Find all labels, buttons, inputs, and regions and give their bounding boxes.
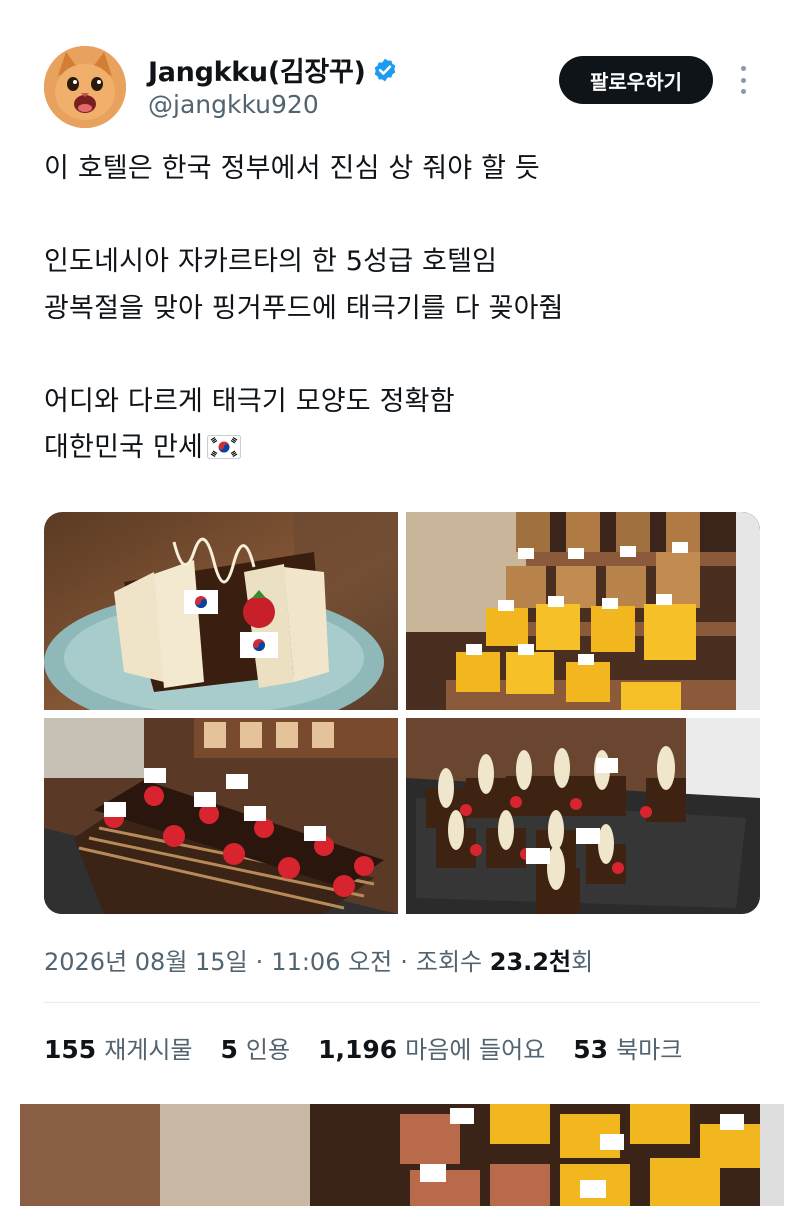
follow-button[interactable]: 팔로우하기 bbox=[559, 56, 713, 104]
mango-pudding-cups-photo-icon bbox=[406, 512, 760, 710]
verified-badge-icon bbox=[374, 58, 395, 81]
chocolate-brownie-tray-photo-icon bbox=[406, 718, 760, 914]
photo-2[interactable] bbox=[406, 512, 760, 710]
bookmarks-stat[interactable]: 53 북마크 bbox=[573, 1030, 682, 1065]
tweet-line: 어디와 다르게 태극기 모양도 정확함 bbox=[44, 385, 455, 417]
meta-separator: · bbox=[255, 948, 264, 976]
photo-grid bbox=[44, 512, 760, 914]
quotes-label: 인용 bbox=[245, 1036, 291, 1064]
more-options-icon[interactable] bbox=[733, 62, 753, 98]
tweet-line: 대한민국 만세 bbox=[44, 432, 204, 463]
orange-cat-avatar-icon bbox=[44, 46, 126, 128]
photo-1[interactable] bbox=[44, 512, 398, 710]
user-handle[interactable]: @jangkku920 bbox=[148, 90, 319, 119]
views-count: 23.2천 bbox=[489, 948, 572, 976]
quotes-stat[interactable]: 5 인용 bbox=[221, 1030, 291, 1065]
additional-photo[interactable] bbox=[20, 1104, 784, 1206]
reposts-label: 재게시물 bbox=[104, 1036, 193, 1064]
chocolate-cake-photo-icon bbox=[44, 512, 398, 710]
tweet-line: 광복절을 맞아 핑거푸드에 태극기를 다 꽂아줨 bbox=[44, 292, 564, 324]
tweet-header: Jangkku(김장꾸) @jangkku920 팔로우하기 bbox=[0, 0, 804, 140]
tweet-text: 이 호텔은 한국 정부에서 진심 상 줘야 할 듯 인도네시아 자카르타의 한 … bbox=[44, 146, 764, 472]
views-label: 조회수 bbox=[415, 948, 483, 976]
likes-stat[interactable]: 1,196 마음에 들어요 bbox=[318, 1030, 545, 1065]
views-suffix: 회 bbox=[571, 948, 594, 976]
tweet-date[interactable]: 2026년 08월 15일 bbox=[44, 942, 248, 977]
display-name[interactable]: Jangkku(김장꾸) bbox=[148, 50, 398, 89]
tweet-time[interactable]: 11:06 오전 bbox=[271, 942, 392, 977]
quotes-count: 5 bbox=[220, 1035, 238, 1064]
display-name-text: Jangkku(김장꾸) bbox=[148, 57, 366, 88]
divider bbox=[44, 1002, 760, 1003]
tweet-line-last: 대한민국 만세 bbox=[44, 425, 764, 472]
bookmarks-label: 북마크 bbox=[616, 1036, 683, 1064]
reposts-count: 155 bbox=[44, 1035, 97, 1064]
opera-cake-slices-photo-icon bbox=[44, 718, 398, 914]
dessert-cups-photo-icon bbox=[20, 1104, 784, 1206]
avatar[interactable] bbox=[44, 46, 126, 128]
tweet-line: 이 호텔은 한국 정부에서 진심 상 줘야 할 듯 bbox=[44, 153, 540, 184]
bookmarks-count: 53 bbox=[573, 1035, 609, 1064]
tweet-line: 인도네시아 자카르타의 한 5성급 호텔임 bbox=[44, 246, 498, 277]
engagement-stats: 155 재게시물 5 인용 1,196 마음에 들어요 53 북마크 bbox=[44, 1030, 710, 1065]
likes-count: 1,196 bbox=[318, 1035, 398, 1064]
photo-4[interactable] bbox=[406, 718, 760, 914]
tweet-metadata: 2026년 08월 15일 · 11:06 오전 · 조회수 23.2천회 bbox=[44, 942, 593, 977]
meta-separator: · bbox=[400, 948, 408, 976]
views[interactable]: 조회수 23.2천회 bbox=[416, 942, 593, 977]
photo-3[interactable] bbox=[44, 718, 398, 914]
south-korea-flag-emoji-icon bbox=[207, 435, 242, 459]
likes-label: 마음에 들어요 bbox=[405, 1036, 546, 1064]
reposts-stat[interactable]: 155 재게시물 bbox=[44, 1030, 193, 1065]
